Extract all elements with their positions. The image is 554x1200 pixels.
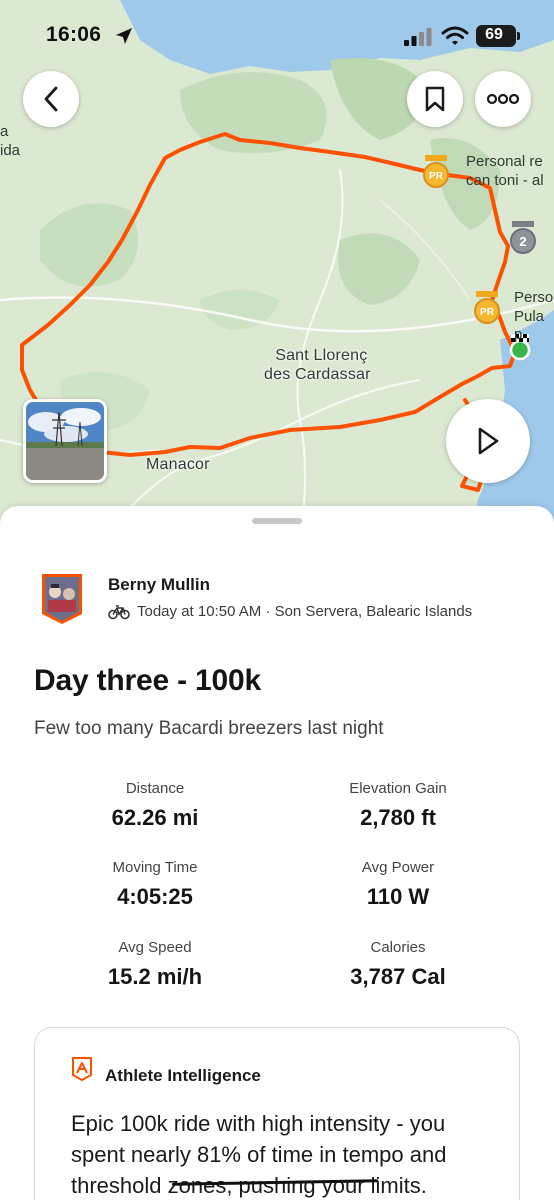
- status-bar: 16:06 69: [0, 0, 554, 70]
- save-route-button[interactable]: [407, 71, 463, 127]
- wifi-icon: [441, 26, 469, 45]
- stat-value: 4:05:25: [117, 884, 193, 909]
- status-time: 16:06: [46, 23, 102, 46]
- pr-badge-icon[interactable]: PR: [421, 153, 451, 189]
- chevron-left-icon: [44, 86, 58, 112]
- segment-label-1b[interactable]: can toni - al: [466, 172, 544, 190]
- stat-value: 110 W: [366, 884, 430, 909]
- activity-details-sheet[interactable]: Berny Mullin Today at 10:50 AM · Son Ser…: [0, 506, 554, 1200]
- back-button[interactable]: [23, 71, 79, 127]
- battery-level: 69: [485, 26, 503, 43]
- play-flyover-button[interactable]: [446, 399, 530, 483]
- athlete-avatar[interactable]: [38, 572, 86, 626]
- athlete-intelligence-icon: [72, 1057, 92, 1081]
- activity-meta: Today at 10:50 AM · Son Servera, Baleari…: [108, 603, 472, 620]
- play-icon: [478, 427, 499, 455]
- stat-calories: Calories 3,787 Cal: [278, 939, 518, 990]
- segment-label-3a[interactable]: Perso: [514, 289, 553, 307]
- stat-avg-speed: Avg Speed 15.2 mi/h: [35, 939, 275, 990]
- pr-badge-icon[interactable]: PR: [472, 289, 502, 325]
- stat-value: 62.26 mi: [111, 805, 199, 830]
- map-label-manacor: Manacor: [146, 456, 210, 473]
- rank-badge-icon[interactable]: 2: [507, 219, 539, 255]
- more-dots-icon: [486, 93, 520, 105]
- stat-elevation-gain: Elevation Gain 2,780 ft: [278, 780, 518, 831]
- stat-label: Avg Speed: [118, 939, 192, 956]
- athlete-intelligence-text: Epic 100k ride with high intensity - you…: [71, 1111, 447, 1198]
- route-map[interactable]: Sant Llorenç des Cardassar Manacor a ida…: [0, 0, 554, 540]
- activity-meta-text: Today at 10:50 AM · Son Servera, Baleari…: [137, 603, 473, 620]
- segment-label-1a[interactable]: Personal re: [466, 153, 543, 171]
- stat-label: Moving Time: [112, 859, 198, 876]
- stat-value: 2,780 ft: [360, 805, 436, 830]
- activity-photo-thumbnail[interactable]: [23, 399, 107, 483]
- map-label-edge-2: ida: [0, 142, 21, 159]
- map-label-line-1: Sant Llorenç: [275, 347, 368, 364]
- bike-icon: [108, 604, 130, 619]
- activity-title: Day three - 100k: [34, 664, 261, 697]
- svg-text:PR: PR: [429, 171, 444, 182]
- sheet-grabber-handle[interactable]: [252, 518, 302, 524]
- stat-label: Distance: [125, 780, 185, 797]
- stat-moving-time: Moving Time 4:05:25: [35, 859, 275, 910]
- athlete-intelligence-title: Athlete Intelligence: [105, 1066, 261, 1085]
- map-label-sant-llorenc: Sant Llorenç des Cardassar: [264, 346, 371, 384]
- athlete-intelligence-card[interactable]: Athlete Intelligence Epic 100k ride with…: [34, 1027, 520, 1200]
- segment-label-3b[interactable]: Pula p: [514, 308, 554, 344]
- photo-image: [26, 402, 104, 480]
- stat-label: Avg Power: [361, 859, 435, 876]
- location-arrow-icon: [116, 28, 132, 44]
- stat-value: 3,787 Cal: [350, 964, 446, 989]
- stat-avg-power: Avg Power 110 W: [278, 859, 518, 910]
- activity-description: Few too many Bacardi breezers last night: [34, 718, 384, 739]
- battery-indicator: 69: [476, 25, 520, 47]
- map-label-edge-1: a: [0, 123, 9, 140]
- map-label-line-2: des Cardassar: [264, 366, 371, 383]
- stat-distance: Distance 62.26 mi: [35, 780, 275, 831]
- svg-text:PR: PR: [480, 307, 495, 318]
- stat-value: 15.2 mi/h: [107, 964, 203, 989]
- svg-text:2: 2: [519, 234, 526, 249]
- stat-label: Calories: [370, 939, 426, 956]
- cellular-signal-icon: [404, 28, 432, 46]
- more-options-button[interactable]: [475, 71, 531, 127]
- bookmark-icon: [425, 86, 445, 112]
- athlete-name[interactable]: Berny Mullin: [108, 575, 210, 595]
- stat-label: Elevation Gain: [349, 780, 447, 797]
